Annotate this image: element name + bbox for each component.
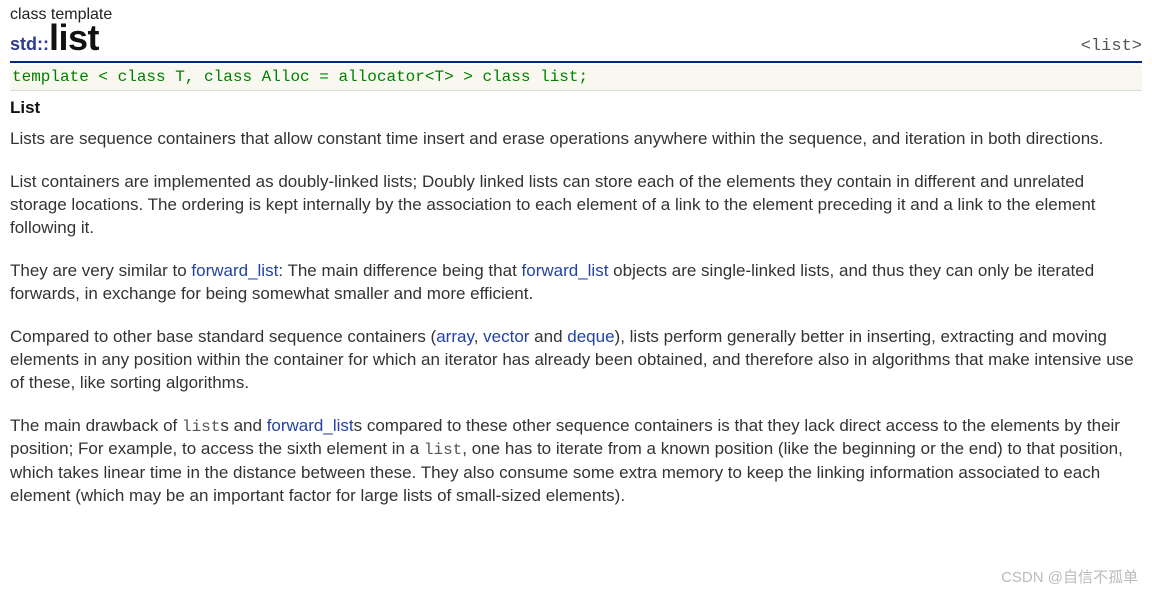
watermark: CSDN @自信不孤单 [1001, 568, 1138, 588]
page-header: std:: list <list> [10, 20, 1142, 63]
paragraph-forward-list: They are very similar to forward_list: T… [10, 260, 1142, 306]
forward-list-link[interactable]: forward_list [191, 261, 278, 280]
forward-list-link[interactable]: forward_list [522, 261, 609, 280]
template-signature: template < class T, class Alloc = alloca… [10, 65, 1142, 92]
section-title: List [10, 97, 1142, 120]
text: The main drawback of [10, 416, 182, 435]
text: and [529, 327, 567, 346]
page-title: list [49, 20, 99, 56]
title-wrap: std:: list [10, 20, 99, 56]
text: , [474, 327, 483, 346]
text: They are very similar to [10, 261, 191, 280]
vector-link[interactable]: vector [483, 327, 529, 346]
header-include-tag: <list> [1081, 36, 1142, 59]
list-code: list [182, 418, 220, 436]
forward-list-link[interactable]: forward_list [267, 416, 354, 435]
array-link[interactable]: array [436, 327, 473, 346]
text: : The main difference being that [278, 261, 521, 280]
deque-link[interactable]: deque [567, 327, 614, 346]
paragraph-impl: List containers are implemented as doubl… [10, 171, 1142, 240]
paragraph-intro: Lists are sequence containers that allow… [10, 128, 1142, 151]
text: s and [220, 416, 266, 435]
namespace-prefix: std:: [10, 32, 49, 56]
paragraph-compare: Compared to other base standard sequence… [10, 326, 1142, 395]
text: Compared to other base standard sequence… [10, 327, 436, 346]
paragraph-drawback: The main drawback of lists and forward_l… [10, 415, 1142, 508]
list-code: list [424, 441, 462, 459]
